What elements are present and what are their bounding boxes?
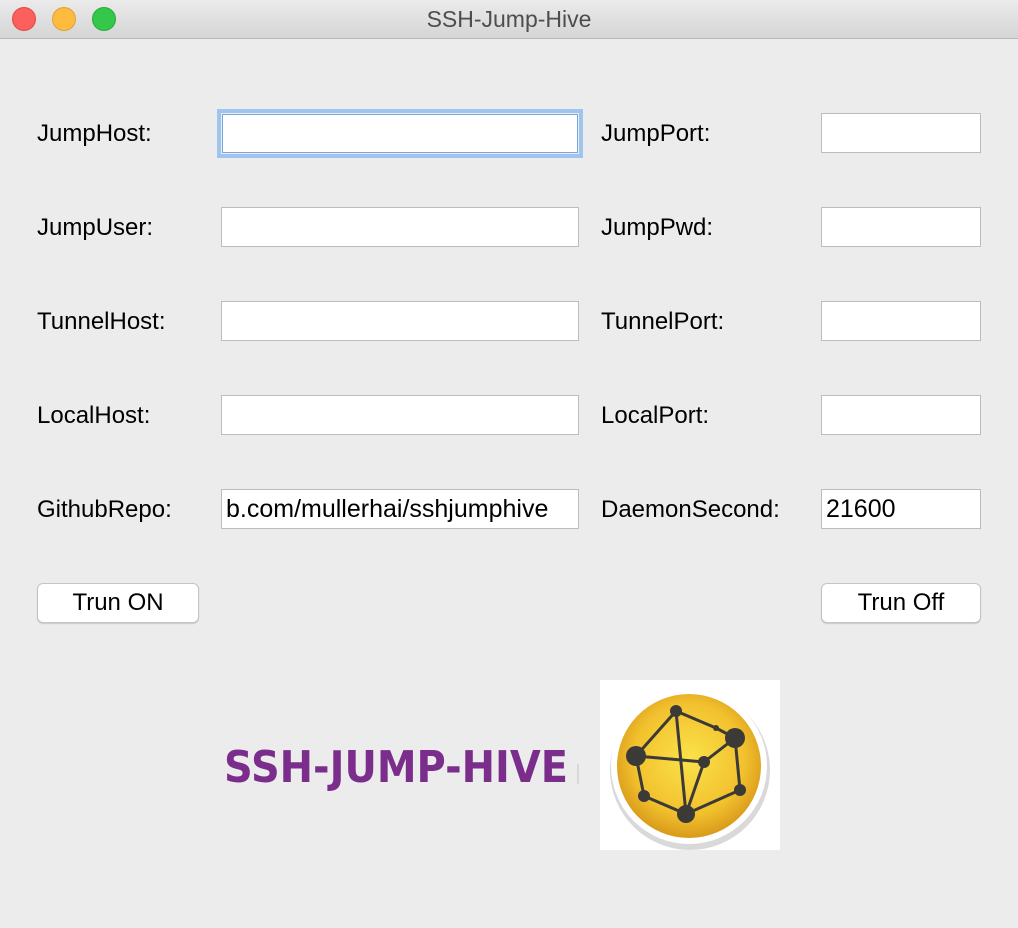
local-host-field[interactable] bbox=[221, 395, 579, 435]
local-port-label: LocalPort: bbox=[601, 402, 710, 429]
logo-wordmark-text: SSH-JUMP-HIVE bbox=[224, 742, 568, 793]
tunnel-host-label: TunnelHost: bbox=[37, 308, 166, 335]
window-title: SSH-Jump-Hive bbox=[426, 6, 592, 32]
jump-user-field[interactable] bbox=[221, 207, 579, 247]
jump-pwd-label: JumpPwd: bbox=[601, 214, 714, 241]
turn-off-button[interactable]: Trun Off bbox=[821, 583, 981, 623]
local-host-label: LocalHost: bbox=[37, 402, 151, 429]
jump-port-field[interactable] bbox=[821, 113, 981, 153]
tunnel-port-field[interactable] bbox=[821, 301, 981, 341]
jump-port-label: JumpPort: bbox=[601, 120, 711, 147]
github-repo-field[interactable]: b.com/mullerhai/sshjumphive bbox=[221, 489, 579, 529]
daemon-second-field[interactable]: 21600 bbox=[821, 489, 981, 529]
title-bar[interactable]: SSH-Jump-Hive bbox=[0, 0, 1018, 39]
jump-user-label: JumpUser: bbox=[37, 214, 154, 241]
jump-pwd-field[interactable] bbox=[821, 207, 981, 247]
local-port-field[interactable] bbox=[821, 395, 981, 435]
github-repo-label: GithubRepo: bbox=[37, 496, 172, 523]
logo-wordmark: SSH-JUMP-HIVE bbox=[224, 742, 579, 793]
tunnel-host-field[interactable] bbox=[221, 301, 579, 341]
app-window: SSH-Jump-Hive JumpHost: JumpPort: JumpUs… bbox=[0, 0, 1018, 928]
jump-host-field[interactable] bbox=[217, 109, 583, 158]
turn-on-button[interactable]: Trun ON bbox=[37, 583, 199, 623]
daemon-second-label: DaemonSecond: bbox=[601, 496, 780, 523]
tunnel-port-label: TunnelPort: bbox=[601, 308, 725, 335]
jump-host-label: JumpHost: bbox=[37, 120, 152, 147]
network-graph-icon bbox=[600, 680, 780, 850]
